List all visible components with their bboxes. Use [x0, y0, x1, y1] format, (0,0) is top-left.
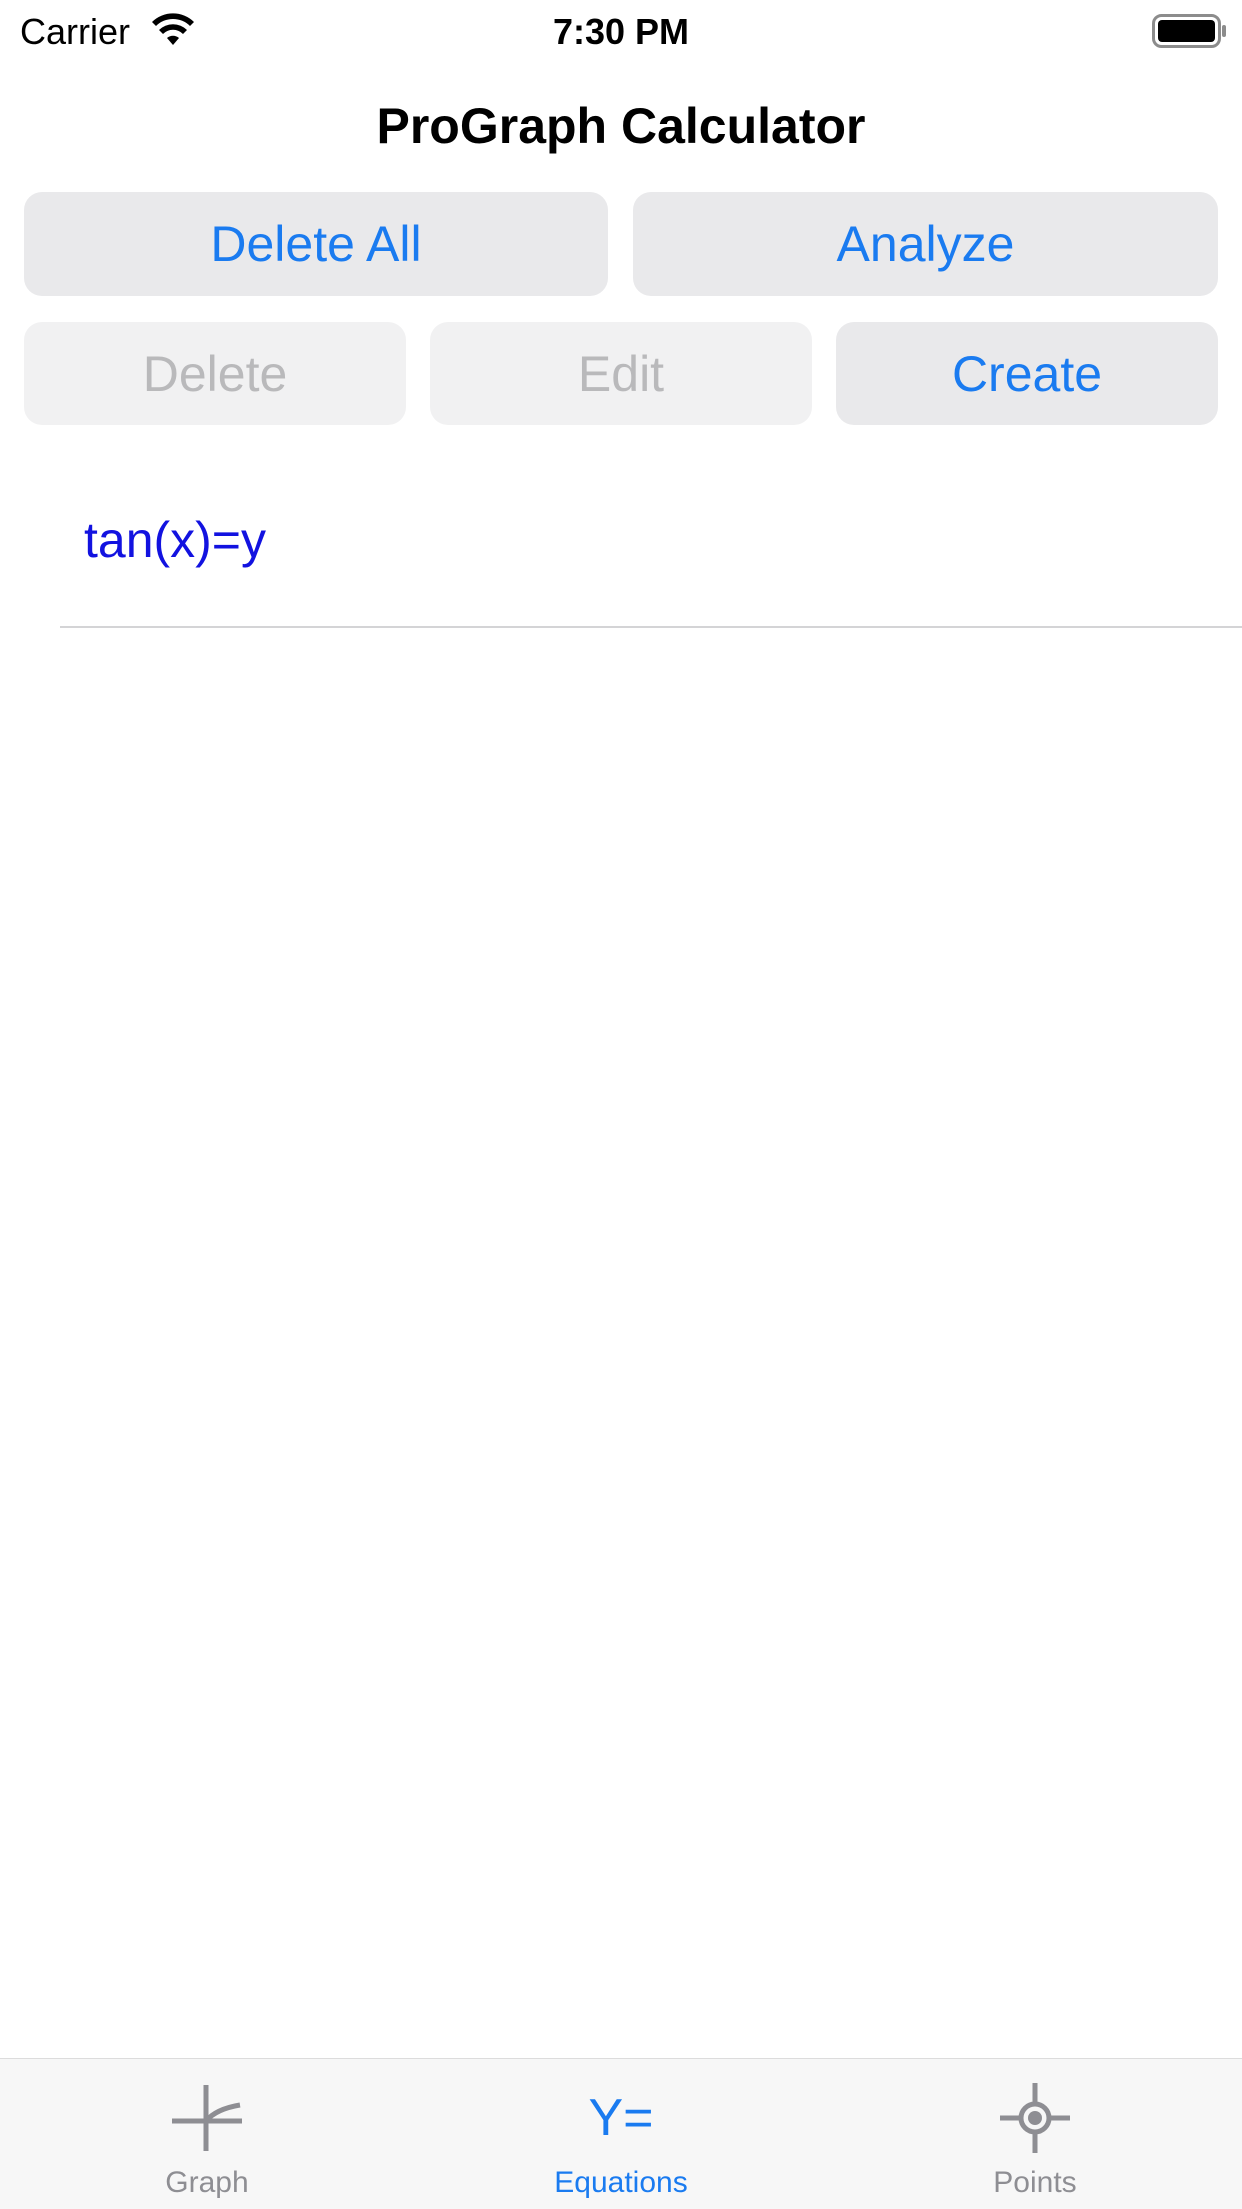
edit-button[interactable]: Edit: [430, 322, 812, 425]
graph-axes-icon: [172, 2085, 242, 2151]
tab-points-label: Points: [993, 2166, 1077, 2199]
tab-bar: Graph Y= Equations Points: [0, 2058, 1242, 2209]
tab-points[interactable]: Points: [828, 2059, 1242, 2209]
tab-equations[interactable]: Y= Equations: [414, 2059, 828, 2209]
equation-text: tan(x)=y: [84, 512, 267, 568]
create-button[interactable]: Create: [836, 322, 1218, 425]
delete-all-button[interactable]: Delete All: [24, 192, 608, 296]
page-title: ProGraph Calculator: [376, 98, 866, 154]
equation-list-item[interactable]: tan(x)=y: [0, 470, 1242, 628]
y-equals-icon: Y=: [588, 2089, 654, 2147]
status-bar: Carrier 7:30 PM: [0, 0, 1242, 64]
list-divider: [60, 626, 1242, 628]
battery-icon: [1152, 14, 1226, 48]
tab-graph[interactable]: Graph: [0, 2059, 414, 2209]
tab-graph-label: Graph: [165, 2166, 249, 2199]
status-time: 7:30 PM: [552, 11, 690, 52]
analyze-button[interactable]: Analyze: [633, 192, 1218, 296]
crosshair-point-icon: [1000, 2083, 1070, 2153]
delete-button[interactable]: Delete: [24, 322, 406, 425]
tab-equations-label: Equations: [554, 2166, 688, 2199]
